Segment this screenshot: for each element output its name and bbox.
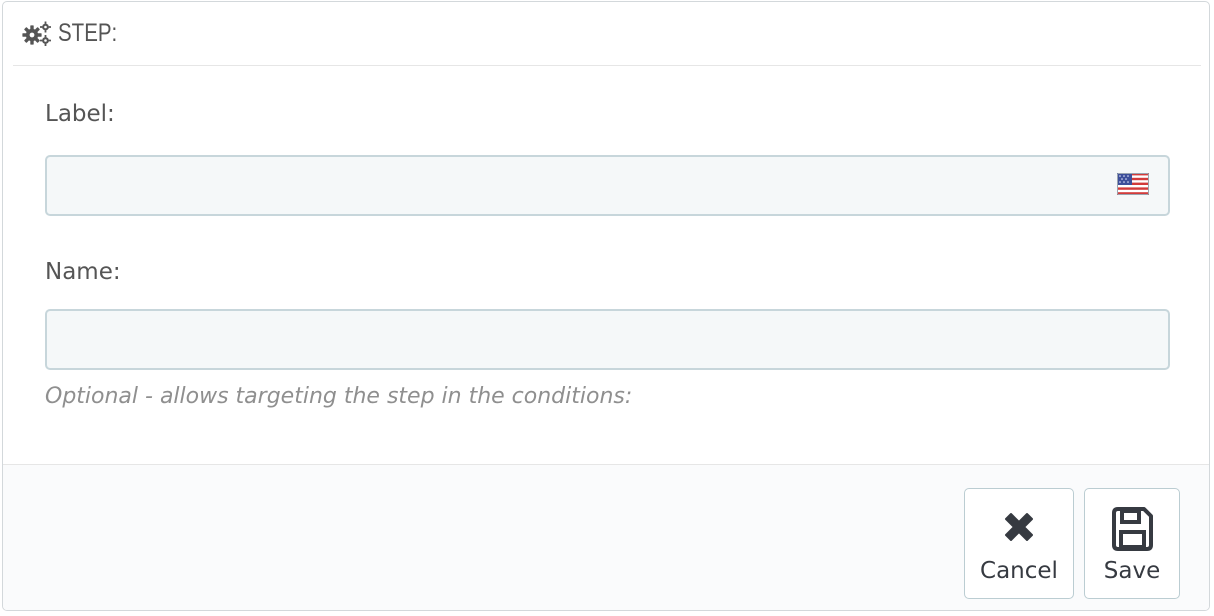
cogs-icon: [22, 21, 51, 46]
name-help-text: Optional - allows targeting the step in …: [45, 384, 633, 409]
step-panel: STEP: Label: Name: Optional - allows tar…: [2, 1, 1210, 611]
cancel-button[interactable]: Cancel: [964, 488, 1074, 599]
save-button[interactable]: Save: [1084, 488, 1180, 599]
close-icon: [1005, 513, 1033, 541]
label-input[interactable]: [45, 155, 1170, 216]
label-field-label: Label:: [45, 101, 115, 127]
panel-title: STEP:: [58, 19, 118, 47]
panel-heading: STEP:: [13, 2, 1201, 66]
cancel-button-label: Cancel: [980, 558, 1058, 584]
save-icon: [1112, 507, 1153, 551]
name-input[interactable]: [45, 309, 1170, 370]
name-field-label: Name:: [45, 259, 121, 285]
panel-footer: Cancel Save: [3, 464, 1209, 610]
save-button-label: Save: [1103, 558, 1161, 584]
us-flag-icon[interactable]: [1117, 173, 1149, 195]
